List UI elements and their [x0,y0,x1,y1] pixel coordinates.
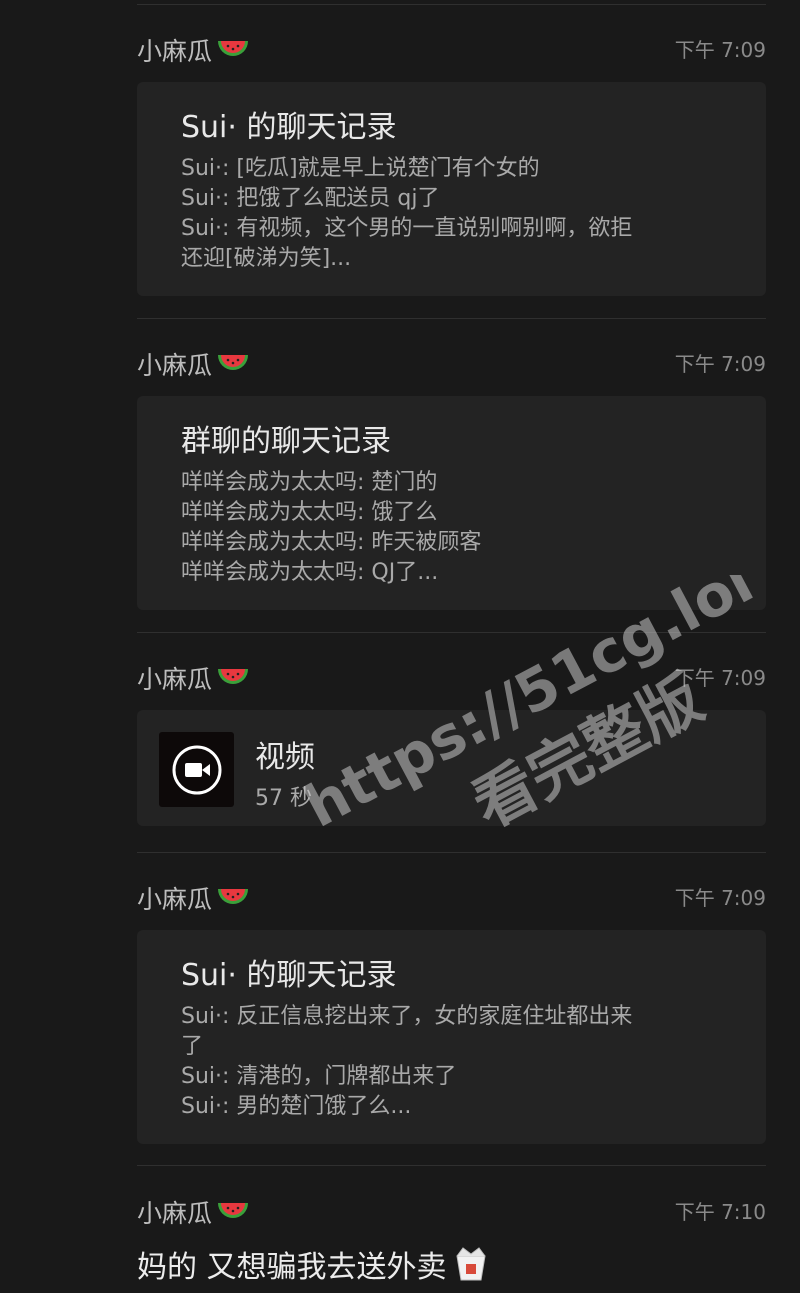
card-line: 还迎[破涕为笑]... [181,246,352,271]
card-line: Sui·: 男的楚门饿了么... [181,1094,412,1119]
timestamp: 下午 7:09 [674,352,766,376]
watermelon-icon [218,355,249,370]
watermelon-icon [218,41,249,56]
card-line: 了 [181,1034,204,1059]
message-chat-record-1[interactable]: 小麻瓜 下午 7:09 Sui· 的聊天记录 Sui·: [吃瓜]就是早上说楚门… [137,32,766,296]
video-title: 视频 [255,740,315,775]
message-video[interactable]: 小麻瓜 下午 7:09 视频 57 秒 [137,660,766,826]
sender: 小麻瓜 [137,32,250,68]
divider [137,318,766,319]
watermelon-icon [218,1203,249,1218]
message-chat-record-2[interactable]: 小麻瓜 下午 7:09 群聊的聊天记录 咩咩会成为太太吗: 楚门的 咩咩会成为太… [137,346,766,610]
watermelon-icon [218,669,249,684]
video-camera-icon [172,745,221,794]
chat-record-card[interactable]: Sui· 的聊天记录 Sui·: 反正信息挖出来了，女的家庭住址都出来 了 Su… [137,930,766,1144]
timestamp: 下午 7:09 [674,666,766,690]
sender-name: 小麻瓜 [137,37,213,66]
divider [137,4,766,5]
takeout-box-icon [455,1247,486,1281]
card-title: Sui· 的聊天记录 [181,110,397,145]
timestamp: 下午 7:10 [674,1200,766,1224]
card-line: 咩咩会成为太太吗: 昨天被顾客 [181,530,482,555]
card-line: Sui·: 把饿了么配送员 qj了 [181,186,440,211]
card-line: 咩咩会成为太太吗: QJ了... [181,560,439,585]
divider [137,1165,766,1166]
chat-record-card[interactable]: Sui· 的聊天记录 Sui·: [吃瓜]就是早上说楚门有个女的 Sui·: 把… [137,82,766,296]
card-line: Sui·: 反正信息挖出来了，女的家庭住址都出来 [181,1004,633,1029]
card-line: Sui·: 清港的，门牌都出来了 [181,1064,457,1089]
sender-name: 小麻瓜 [137,351,213,380]
message-text-content: 妈的 又想骗我去送外卖 [137,1250,447,1285]
card-title: 群聊的聊天记录 [181,424,391,459]
card-line: Sui·: 有视频，这个男的一直说别啊别啊，欲拒 [181,216,633,241]
message-header: 小麻瓜 下午 7:09 [137,32,766,72]
divider [137,632,766,633]
message-body: 妈的 又想骗我去送外卖 [137,1242,766,1286]
message-header: 小麻瓜 下午 7:09 [137,346,766,386]
video-thumbnail[interactable] [159,732,234,807]
sender: 小麻瓜 [137,1194,250,1230]
video-card[interactable]: 视频 57 秒 [137,710,766,826]
message-header: 小麻瓜 下午 7:10 [137,1194,766,1234]
card-line: 咩咩会成为太太吗: 楚门的 [181,470,438,495]
message-header: 小麻瓜 下午 7:09 [137,880,766,920]
video-duration: 57 秒 [255,786,312,811]
message-header: 小麻瓜 下午 7:09 [137,660,766,700]
chat-record-card[interactable]: 群聊的聊天记录 咩咩会成为太太吗: 楚门的 咩咩会成为太太吗: 饿了么 咩咩会成… [137,396,766,610]
card-line: 咩咩会成为太太吗: 饿了么 [181,500,438,525]
message-chat-record-3[interactable]: 小麻瓜 下午 7:09 Sui· 的聊天记录 Sui·: 反正信息挖出来了，女的… [137,880,766,1144]
message-text[interactable]: 小麻瓜 下午 7:10 妈的 又想骗我去送外卖 [137,1194,766,1286]
sender-name: 小麻瓜 [137,1199,213,1228]
card-line: Sui·: [吃瓜]就是早上说楚门有个女的 [181,156,540,181]
timestamp: 下午 7:09 [674,886,766,910]
sender: 小麻瓜 [137,346,250,382]
sender-name: 小麻瓜 [137,665,213,694]
timestamp: 下午 7:09 [674,38,766,62]
sender-name: 小麻瓜 [137,885,213,914]
card-title: Sui· 的聊天记录 [181,958,397,993]
sender: 小麻瓜 [137,880,250,916]
watermelon-icon [218,889,249,904]
divider [137,852,766,853]
sender: 小麻瓜 [137,660,250,696]
